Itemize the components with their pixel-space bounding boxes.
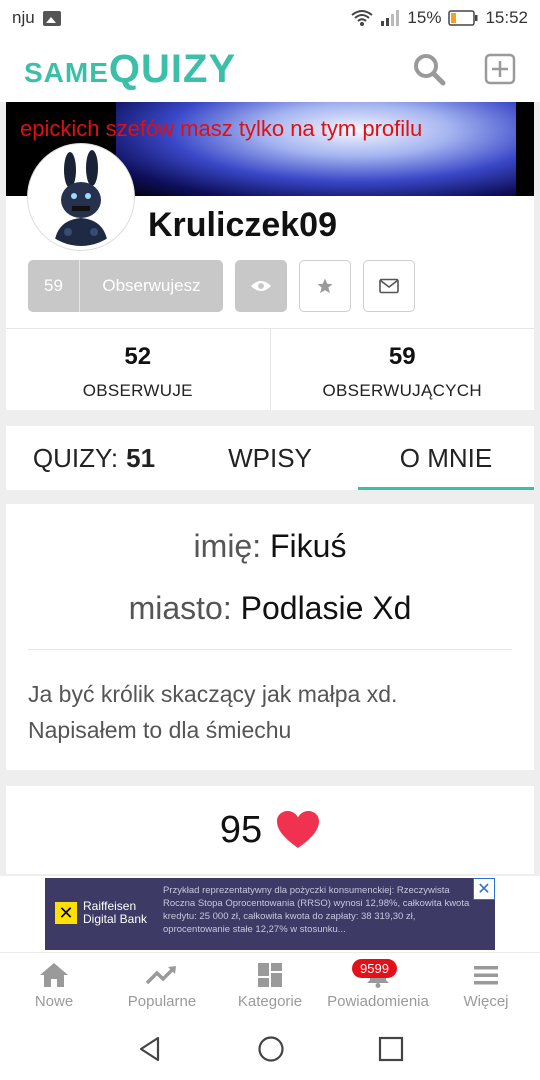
nav-item-powiadomienia[interactable]: Powiadomienia 9599 bbox=[324, 953, 432, 1018]
home-icon bbox=[40, 963, 68, 987]
bio-line-1: Ja być królik skaczący jak małpa xd. bbox=[28, 681, 398, 707]
nav-label-nowe: Nowe bbox=[34, 993, 74, 1010]
nav-item-kategorie[interactable]: Kategorie bbox=[216, 953, 324, 1018]
battery-percent: 15% bbox=[407, 8, 442, 27]
ad-copy: Przykład reprezentatywny dla pożyczki ko… bbox=[163, 885, 470, 935]
following-label: OBSERWUJE bbox=[82, 381, 193, 400]
nav-label-powiadomienia: Powiadomienia bbox=[327, 993, 429, 1010]
tab-wpisy-label: WPISY bbox=[228, 442, 312, 473]
about-name-value: Fikuś bbox=[270, 528, 347, 564]
notification-badge: 9599 bbox=[352, 959, 397, 978]
status-bar: nju 15% 15:52 bbox=[0, 0, 540, 36]
gallery-notification-icon bbox=[42, 10, 61, 26]
ad-content[interactable]: ✕ Raiffeisen Digital Bank Przykład repre… bbox=[45, 878, 495, 950]
about-section: imię: Fikuś miasto: Podlasie Xd Ja być k… bbox=[6, 504, 534, 770]
plus-square-icon[interactable] bbox=[484, 53, 516, 85]
follow-button[interactable]: 59 Obserwujesz bbox=[28, 260, 223, 312]
system-nav-bar bbox=[0, 1018, 540, 1080]
bottom-nav: Nowe Popularne Kategorie Powiadomienia 9… bbox=[0, 952, 540, 1018]
grid-icon bbox=[258, 963, 282, 987]
app-header: SAME QUIZY bbox=[0, 36, 540, 102]
eye-icon bbox=[251, 281, 271, 291]
message-button[interactable] bbox=[363, 260, 415, 312]
profile-stats: 52 OBSERWUJE 59 OBSERWUJĄCYCH bbox=[6, 328, 534, 410]
raiffeisen-logo-icon: ✕ bbox=[55, 902, 77, 924]
follow-count: 59 bbox=[28, 260, 80, 312]
carrier-label: nju bbox=[12, 8, 35, 27]
tab-quizy-label: QUIZY: bbox=[32, 442, 119, 473]
ad-banner: ✕ Raiffeisen Digital Bank Przykład repre… bbox=[0, 876, 540, 952]
bio-line-2: Napisałem to dla śmiechu bbox=[28, 717, 292, 743]
likes-count: 95 bbox=[219, 808, 263, 851]
tab-quizy-count: 51 bbox=[126, 442, 156, 473]
profile-tabs: QUIZY: 51 WPISY O MNIE bbox=[6, 426, 534, 490]
signal-icon bbox=[381, 10, 400, 26]
nav-label-kategorie: Kategorie bbox=[237, 993, 303, 1010]
recents-square-icon[interactable] bbox=[378, 1036, 404, 1062]
about-city-row: miasto: Podlasie Xd bbox=[6, 590, 534, 627]
following-count: 52 bbox=[124, 343, 152, 370]
ad-brand-line-1: Raiffeisen bbox=[83, 899, 137, 913]
ad-brand-line-2: Digital Bank bbox=[83, 912, 148, 926]
favorite-button[interactable] bbox=[299, 260, 351, 312]
trending-icon bbox=[146, 966, 176, 985]
follow-label: Obserwujesz bbox=[102, 276, 201, 295]
likes-box: 95 bbox=[6, 786, 534, 874]
tab-o-mnie[interactable]: O MNIE bbox=[358, 426, 534, 490]
search-icon[interactable] bbox=[412, 52, 446, 86]
cover-banner-text: epickich szefów masz tylko na tym profil… bbox=[20, 116, 423, 141]
nav-label-wiecej: Więcej bbox=[463, 993, 509, 1010]
menu-icon bbox=[474, 966, 498, 985]
about-city-key: miasto: bbox=[128, 590, 232, 626]
stat-followers[interactable]: 59 OBSERWUJĄCYCH bbox=[269, 329, 535, 410]
nav-item-wiecej[interactable]: Więcej bbox=[432, 953, 540, 1018]
tab-quizy[interactable]: QUIZY: 51 bbox=[6, 426, 182, 490]
followers-label: OBSERWUJĄCYCH bbox=[322, 381, 482, 400]
ad-close-icon[interactable]: ✕ bbox=[473, 878, 495, 900]
home-circle-icon[interactable] bbox=[257, 1035, 285, 1063]
watch-button[interactable] bbox=[235, 260, 287, 312]
star-icon bbox=[317, 278, 333, 294]
about-name-row: imię: Fikuś bbox=[6, 528, 534, 565]
profile-card: epickich szefów masz tylko na tym profil… bbox=[6, 102, 534, 410]
back-icon[interactable] bbox=[136, 1035, 164, 1063]
wifi-icon bbox=[351, 10, 374, 26]
about-city-value: Podlasie Xd bbox=[240, 590, 412, 626]
about-name-key: imię: bbox=[193, 528, 262, 564]
heart-icon[interactable] bbox=[276, 810, 320, 850]
bunny-avatar-icon bbox=[32, 148, 130, 246]
nav-item-popularne[interactable]: Popularne bbox=[108, 953, 216, 1018]
username: Kruliczek09 bbox=[148, 206, 337, 244]
avatar[interactable] bbox=[28, 144, 134, 250]
about-divider bbox=[28, 649, 512, 650]
tab-wpisy[interactable]: WPISY bbox=[182, 426, 358, 490]
about-bio: Ja być królik skaczący jak małpa xd. Nap… bbox=[28, 676, 512, 748]
samequizy-logo[interactable]: SAME QUIZY bbox=[24, 47, 236, 92]
battery-icon bbox=[448, 10, 478, 26]
tab-o-mnie-label: O MNIE bbox=[399, 442, 493, 473]
ad-brand: ✕ Raiffeisen Digital Bank bbox=[55, 900, 147, 926]
nav-item-nowe[interactable]: Nowe bbox=[0, 953, 108, 1018]
clock: 15:52 bbox=[485, 8, 528, 27]
stat-following[interactable]: 52 OBSERWUJE bbox=[6, 329, 270, 410]
envelope-icon bbox=[379, 278, 399, 294]
nav-label-popularne: Popularne bbox=[127, 993, 197, 1010]
followers-count: 59 bbox=[388, 343, 416, 370]
